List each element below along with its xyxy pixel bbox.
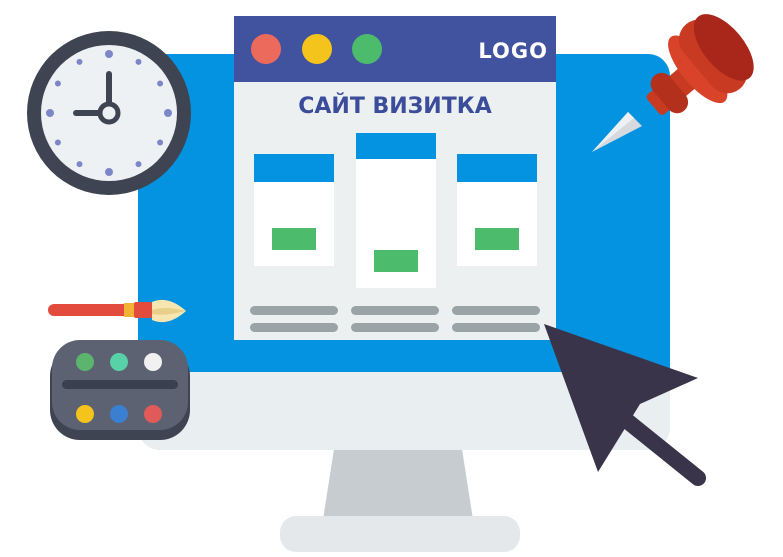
pushpin-icon — [592, 14, 754, 152]
monitor-stand-base — [280, 516, 520, 552]
mouse-cursor-icon — [544, 324, 706, 486]
page-title: САЙТ ВИЗИТКА — [298, 94, 492, 119]
paint-palette-icon — [50, 340, 190, 440]
window-dot-green — [352, 34, 382, 64]
text-line — [250, 323, 338, 332]
clock-icon — [27, 31, 191, 195]
window-dot-yellow — [302, 34, 332, 64]
card-button-left — [272, 228, 316, 250]
card-button-right — [475, 228, 519, 250]
logo: LOGO — [478, 39, 548, 63]
window-dot-red — [251, 34, 281, 64]
text-line — [351, 323, 439, 332]
text-line — [250, 306, 338, 315]
illustration: LOGO САЙТ ВИЗИТКА — [0, 0, 783, 557]
card-header-right — [457, 154, 537, 182]
card-header-center — [356, 133, 436, 159]
card-header-left — [254, 154, 334, 182]
text-line — [351, 306, 439, 315]
monitor-stand-neck — [322, 448, 474, 526]
text-line — [452, 306, 540, 315]
paintbrush-icon — [48, 299, 186, 323]
text-line — [452, 323, 540, 332]
card-button-center — [374, 250, 418, 272]
